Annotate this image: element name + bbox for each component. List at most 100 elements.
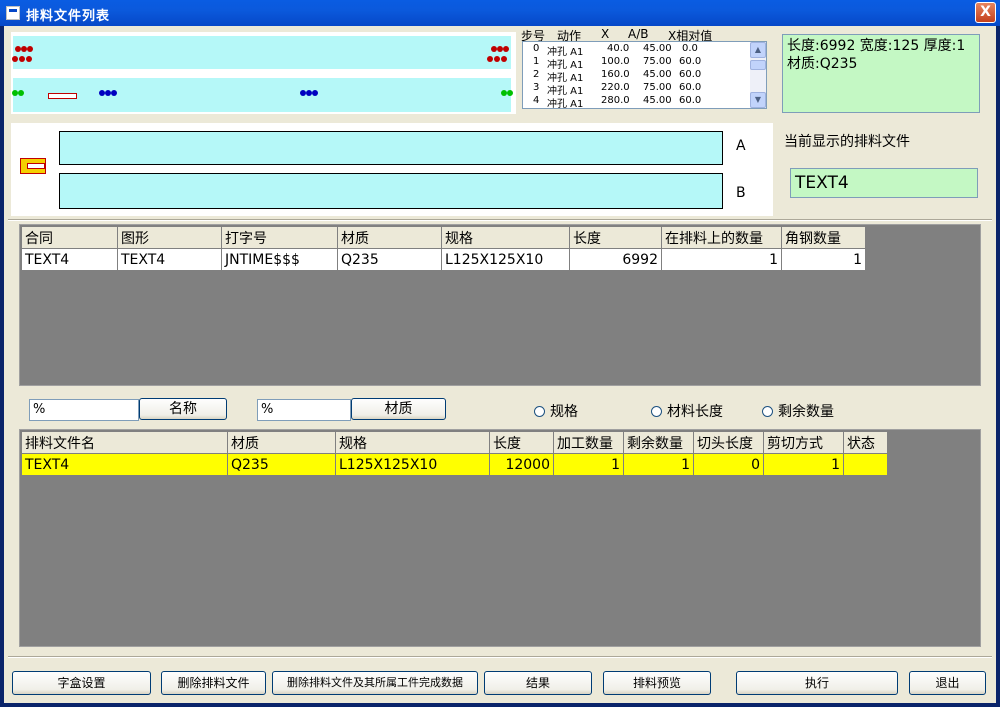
table-cell[interactable]: 1 xyxy=(781,248,866,271)
rel-cell: 60.0 xyxy=(679,95,702,106)
table-cell[interactable]: 0 xyxy=(693,453,764,476)
radio-remaining-qty-label: 剩余数量 xyxy=(778,404,834,420)
hole-marker xyxy=(494,56,500,62)
app-window: 排料文件列表 X 步号 动作 X A/B X相对值 0 冲孔 A1 40.0 4… xyxy=(0,0,1000,707)
close-button[interactable]: X xyxy=(975,2,996,23)
material-filter-input[interactable]: % xyxy=(257,399,351,421)
column-header-cut-method[interactable]: 剪切方式 xyxy=(763,431,844,454)
name-filter-input[interactable]: % xyxy=(29,399,139,421)
delete-layout-file-button[interactable]: 删除排料文件 xyxy=(161,671,266,695)
column-header-contract[interactable]: 合同 xyxy=(21,226,118,249)
angle-layout-view xyxy=(11,32,516,114)
flange-b-strip xyxy=(13,78,511,112)
current-file-value: TEXT4 xyxy=(790,168,978,198)
rel-cell: 0.0 xyxy=(682,43,698,54)
rel-cell: 60.0 xyxy=(679,82,702,93)
table-row[interactable]: TEXT4 Q235 L125X125X10 12000 1 1 0 1 xyxy=(21,453,888,476)
table-cell[interactable]: TEXT4 xyxy=(117,248,222,271)
name-filter-button[interactable]: 名称 xyxy=(139,398,227,420)
window-title: 排料文件列表 xyxy=(26,9,111,24)
column-header-material[interactable]: 材质 xyxy=(337,226,442,249)
radio-material-length[interactable]: 材料长度 xyxy=(651,401,723,421)
layout-preview: A B xyxy=(11,123,773,216)
scroll-down-icon[interactable]: ▼ xyxy=(750,92,766,108)
table-cell[interactable]: TEXT4 xyxy=(21,248,118,271)
step-cell: 4 xyxy=(533,95,540,106)
table-cell[interactable]: 6992 xyxy=(569,248,662,271)
preview-flange-b xyxy=(59,173,723,209)
steps-scrollbar[interactable]: ▲ ▼ xyxy=(750,42,766,108)
hole-marker xyxy=(18,90,24,96)
table-cell[interactable]: Q235 xyxy=(337,248,442,271)
rel-cell: 60.0 xyxy=(679,56,702,67)
rel-cell: 60.0 xyxy=(679,69,702,80)
hole-marker xyxy=(111,90,117,96)
column-header-spec[interactable]: 规格 xyxy=(335,431,490,454)
column-header-remaining-qty[interactable]: 剩余数量 xyxy=(623,431,694,454)
x-cell: 40.0 xyxy=(607,43,630,54)
table-row[interactable]: TEXT4 TEXT4 JNTIME$$$ Q235 L125X125X10 6… xyxy=(21,248,866,271)
step-cell: 1 xyxy=(533,56,540,67)
hole-marker xyxy=(507,90,513,96)
ab-cell: 45.00 xyxy=(643,95,672,106)
ab-cell: 45.00 xyxy=(643,43,672,54)
column-header-length[interactable]: 长度 xyxy=(489,431,554,454)
column-header-length[interactable]: 长度 xyxy=(569,226,662,249)
steps-list[interactable]: 0 冲孔 A1 40.0 45.00 0.0 1 冲孔 A1 100.0 75.… xyxy=(522,41,767,110)
scroll-thumb[interactable] xyxy=(750,60,766,70)
feed-clamp-icon xyxy=(20,158,46,174)
hole-marker xyxy=(503,46,509,52)
step-cell: 0 xyxy=(533,43,540,54)
column-header-angle-qty[interactable]: 角钢数量 xyxy=(781,226,866,249)
column-header-stamp-no[interactable]: 打字号 xyxy=(221,226,338,249)
current-file-label: 当前显示的排料文件 xyxy=(784,134,910,150)
table-cell[interactable]: 1 xyxy=(553,453,624,476)
column-header-status[interactable]: 状态 xyxy=(843,431,888,454)
column-header-spec[interactable]: 规格 xyxy=(441,226,570,249)
title-bar[interactable]: 排料文件列表 X xyxy=(0,0,1000,26)
ab-cell: 45.00 xyxy=(643,69,672,80)
table-cell[interactable]: 12000 xyxy=(489,453,554,476)
radio-remaining-qty[interactable]: 剩余数量 xyxy=(762,401,834,421)
part-grid[interactable]: 合同 图形 打字号 材质 规格 长度 在排料上的数量 角钢数量 TEXT4 TE… xyxy=(19,224,981,386)
table-cell[interactable]: 1 xyxy=(661,248,782,271)
table-cell[interactable] xyxy=(843,453,888,476)
column-header-cut-head-length[interactable]: 切头长度 xyxy=(693,431,764,454)
x-cell: 220.0 xyxy=(601,82,630,93)
material-filter-button[interactable]: 材质 xyxy=(351,398,446,420)
ab-cell: 75.00 xyxy=(643,82,672,93)
layout-file-grid[interactable]: 排料文件名 材质 规格 长度 加工数量 剩余数量 切头长度 剪切方式 状态 TE… xyxy=(19,429,981,647)
table-cell[interactable]: JNTIME$$$ xyxy=(221,248,338,271)
hole-marker xyxy=(501,56,507,62)
delete-file-and-data-button[interactable]: 删除排料文件及其所属工件完成数据 xyxy=(272,671,478,695)
scroll-up-icon[interactable]: ▲ xyxy=(750,42,766,58)
hole-marker xyxy=(27,46,33,52)
table-cell[interactable]: 1 xyxy=(623,453,694,476)
column-header-shape[interactable]: 图形 xyxy=(117,226,222,249)
execute-button[interactable]: 执行 xyxy=(736,671,898,695)
hole-marker xyxy=(12,56,18,62)
column-header-material[interactable]: 材质 xyxy=(227,431,336,454)
table-cell[interactable]: 1 xyxy=(763,453,844,476)
hole-marker xyxy=(26,56,32,62)
table-cell[interactable]: L125X125X10 xyxy=(441,248,570,271)
layout-preview-button[interactable]: 排料预览 xyxy=(603,671,711,695)
table-cell[interactable]: L125X125X10 xyxy=(335,453,490,476)
exit-button[interactable]: 退出 xyxy=(909,671,986,695)
font-box-settings-button[interactable]: 字盒设置 xyxy=(12,671,151,695)
steps-header-x: X xyxy=(601,27,610,41)
column-header-file-name[interactable]: 排料文件名 xyxy=(21,431,228,454)
column-header-process-qty[interactable]: 加工数量 xyxy=(553,431,624,454)
section-divider xyxy=(8,219,992,221)
table-cell[interactable]: Q235 xyxy=(227,453,336,476)
flange-a-strip xyxy=(13,36,511,69)
app-icon xyxy=(6,6,20,20)
radio-spec[interactable]: 规格 xyxy=(534,401,578,421)
part-dimensions: 长度:6992 宽度:125 厚度:1 xyxy=(787,38,966,54)
table-cell[interactable]: TEXT4 xyxy=(21,453,228,476)
result-button[interactable]: 结果 xyxy=(484,671,592,695)
client-area: 步号 动作 X A/B X相对值 0 冲孔 A1 40.0 45.00 0.0 … xyxy=(4,26,996,703)
radio-material-length-label: 材料长度 xyxy=(667,404,723,420)
hole-marker xyxy=(487,56,493,62)
column-header-qty-on-layout[interactable]: 在排料上的数量 xyxy=(661,226,782,249)
